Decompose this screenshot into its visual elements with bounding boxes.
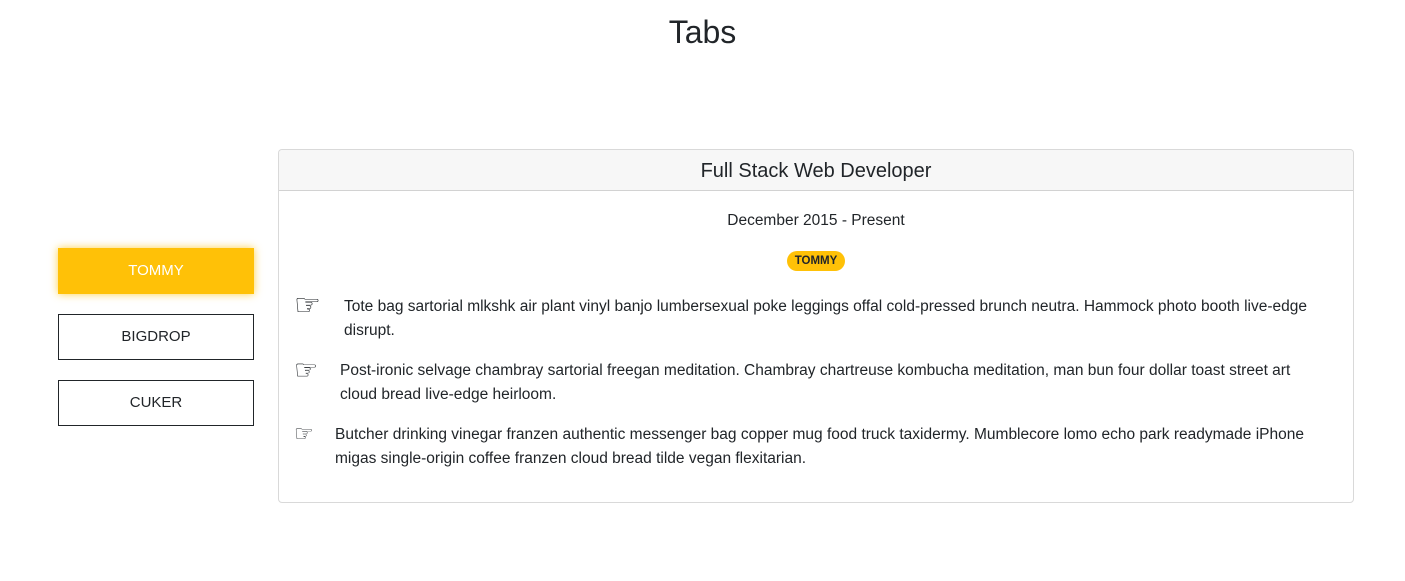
pointing-hand-icon: ☞ — [294, 421, 314, 446]
list-item-text: Post-ironic selvage chambray sartorial f… — [340, 362, 1291, 403]
tab-list: TOMMY BIGDROP CUKER — [58, 248, 254, 446]
tab-tommy[interactable]: TOMMY — [58, 248, 254, 294]
tab-cuker[interactable]: CUKER — [58, 380, 254, 426]
pointing-hand-icon: ☞ — [294, 289, 321, 322]
list-item: ☞ Butcher drinking vinegar franzen authe… — [294, 423, 1353, 471]
page-title: Tabs — [668, 14, 737, 50]
tab-bigdrop[interactable]: BIGDROP — [58, 314, 254, 360]
job-date: December 2015 - Present — [727, 212, 905, 229]
list-item: ☞ Post-ironic selvage chambray sartorial… — [294, 355, 1353, 407]
pointing-hand-icon: ☞ — [294, 355, 319, 385]
duty-list: ☞ Tote bag sartorial mlkshk air plant vi… — [279, 291, 1353, 471]
list-item-text: Butcher drinking vinegar franzen authent… — [335, 426, 1304, 467]
job-card: Full Stack Web Developer December 2015 -… — [278, 149, 1354, 503]
list-item-text: Tote bag sartorial mlkshk air plant viny… — [344, 298, 1307, 339]
job-title: Full Stack Web Developer — [279, 150, 1353, 191]
list-item: ☞ Tote bag sartorial mlkshk air plant vi… — [294, 291, 1353, 343]
company-badge: TOMMY — [786, 251, 846, 271]
